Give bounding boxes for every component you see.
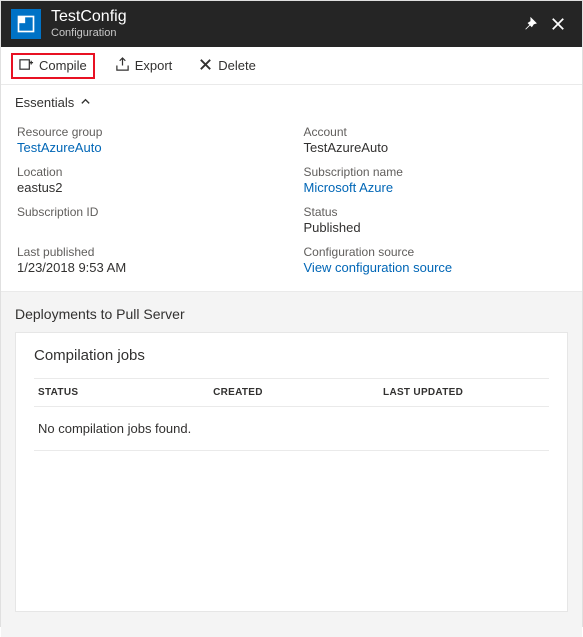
configuration-icon <box>11 9 41 39</box>
export-button[interactable]: Export <box>109 53 179 79</box>
location-label: Location <box>17 165 280 179</box>
essentials-panel: Resource group TestAzureAuto Account Tes… <box>1 121 582 292</box>
deployments-section-title: Deployments to Pull Server <box>15 306 568 322</box>
config-source-field: Configuration source View configuration … <box>304 245 567 275</box>
empty-message: No compilation jobs found. <box>34 407 549 451</box>
compilation-jobs-table: STATUS CREATED LAST UPDATED No compilati… <box>34 378 549 451</box>
subscription-id-field: Subscription ID <box>17 205 280 235</box>
deployments-section: Deployments to Pull Server Compilation j… <box>1 292 582 637</box>
blade-header: TestConfig Configuration <box>1 1 582 47</box>
account-value: TestAzureAuto <box>304 140 567 155</box>
status-field: Status Published <box>304 205 567 235</box>
compilation-jobs-card: Compilation jobs STATUS CREATED LAST UPD… <box>15 332 568 612</box>
delete-icon <box>198 57 213 75</box>
delete-label: Delete <box>218 58 256 73</box>
compilation-jobs-title: Compilation jobs <box>34 347 549 364</box>
command-bar: Compile Export Delete <box>1 47 582 85</box>
location-field: Location eastus2 <box>17 165 280 195</box>
subscription-name-link[interactable]: Microsoft Azure <box>304 180 567 195</box>
resource-group-field: Resource group TestAzureAuto <box>17 125 280 155</box>
pin-button[interactable] <box>516 10 544 38</box>
compile-label: Compile <box>39 58 87 73</box>
column-updated[interactable]: LAST UPDATED <box>379 379 549 407</box>
compile-icon <box>19 57 34 75</box>
essentials-label: Essentials <box>15 95 74 110</box>
resource-group-label: Resource group <box>17 125 280 139</box>
table-empty-row: No compilation jobs found. <box>34 407 549 451</box>
essentials-toggle[interactable]: Essentials <box>1 85 582 121</box>
export-label: Export <box>135 58 173 73</box>
status-label: Status <box>304 205 567 219</box>
chevron-up-icon <box>80 95 91 110</box>
subscription-name-label: Subscription name <box>304 165 567 179</box>
subscription-id-label: Subscription ID <box>17 205 280 219</box>
table-header-row: STATUS CREATED LAST UPDATED <box>34 379 549 407</box>
resource-group-link[interactable]: TestAzureAuto <box>17 140 280 155</box>
account-field: Account TestAzureAuto <box>304 125 567 155</box>
subscription-name-field: Subscription name Microsoft Azure <box>304 165 567 195</box>
location-value: eastus2 <box>17 180 280 195</box>
compile-button[interactable]: Compile <box>11 53 95 79</box>
config-source-link[interactable]: View configuration source <box>304 260 567 275</box>
last-published-value: 1/23/2018 9:53 AM <box>17 260 280 275</box>
account-label: Account <box>304 125 567 139</box>
blade-subtitle: Configuration <box>51 27 516 40</box>
status-value: Published <box>304 220 567 235</box>
config-source-label: Configuration source <box>304 245 567 259</box>
delete-button[interactable]: Delete <box>192 53 262 79</box>
column-created[interactable]: CREATED <box>209 379 379 407</box>
last-published-label: Last published <box>17 245 280 259</box>
export-icon <box>115 57 130 75</box>
last-published-field: Last published 1/23/2018 9:53 AM <box>17 245 280 275</box>
close-button[interactable] <box>544 10 572 38</box>
column-status[interactable]: STATUS <box>34 379 209 407</box>
blade-title: TestConfig <box>51 8 516 26</box>
